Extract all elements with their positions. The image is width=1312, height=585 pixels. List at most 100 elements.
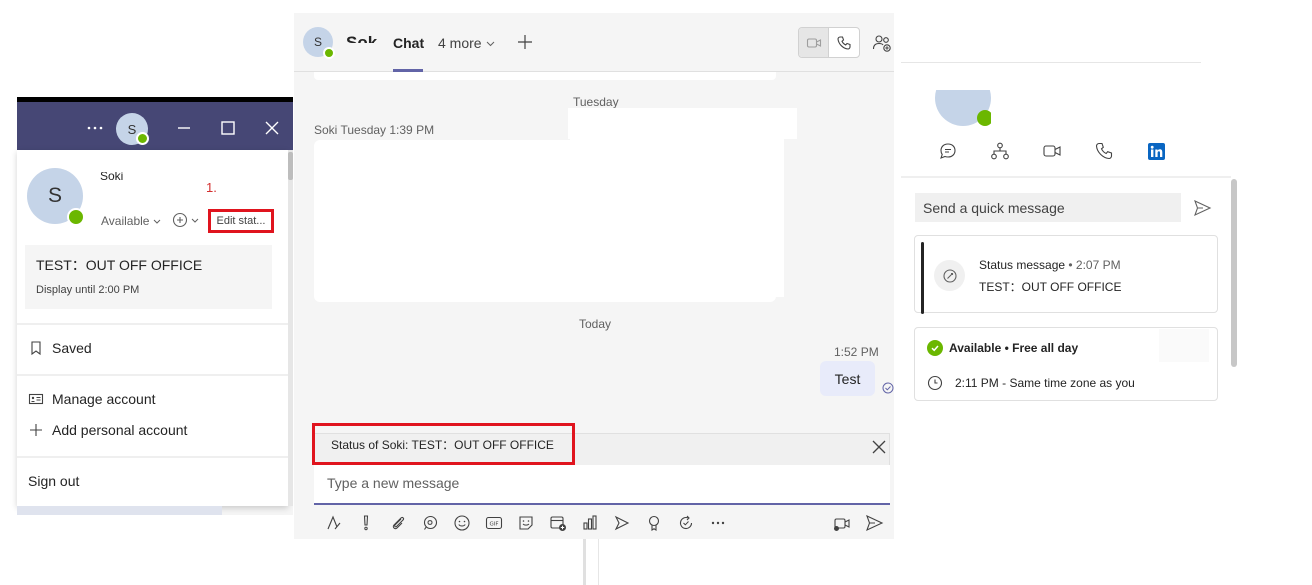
send-button[interactable] [864, 513, 884, 533]
availability-card: Available • Free all day 2:11 PM - Same … [914, 327, 1218, 401]
menu-scrollbar-thumb[interactable] [288, 152, 293, 180]
org-chart-action-button[interactable] [988, 140, 1012, 162]
id-card-icon [28, 393, 44, 405]
more-options-button[interactable] [83, 116, 107, 140]
sticker-button[interactable] [510, 513, 542, 533]
tab-more-label: 4 more [438, 35, 482, 51]
presence-available-icon [323, 47, 335, 59]
quick-message-input[interactable]: Send a quick message [915, 193, 1181, 222]
status-message-card: Status message • 2:07 PM TEST：OUT OFF OF… [914, 235, 1218, 314]
profile-card-scrollbar[interactable] [1231, 179, 1237, 367]
availability-dropdown[interactable]: Available [101, 214, 161, 228]
status-banner-label: Status of Soki: TEST：OUT OFF OFFICE [331, 437, 554, 452]
people-add-icon [872, 35, 891, 52]
audio-call-button[interactable] [829, 28, 859, 57]
loop-icon [423, 515, 438, 530]
stream-icon [614, 515, 630, 531]
add-tab-button[interactable] [515, 32, 535, 52]
approvals-button[interactable] [670, 513, 702, 533]
phone-action-button[interactable] [1092, 140, 1116, 162]
status-message-text: TEST：OUT OFF OFFICE [979, 280, 1122, 294]
close-banner-icon[interactable] [872, 440, 886, 454]
tab-chat[interactable]: Chat [393, 35, 424, 51]
praise-button[interactable] [638, 513, 670, 533]
tab-more[interactable]: 4 more [438, 35, 495, 51]
org-chart-icon [991, 142, 1009, 160]
menu-item-label: Saved [52, 340, 92, 356]
menu-item-sign-out[interactable]: Sign out [28, 473, 79, 489]
compose-toolbar: GIF [318, 513, 888, 533]
call-buttons [798, 27, 860, 58]
linkedin-action-button[interactable] [1144, 140, 1168, 162]
menu-item-saved[interactable]: Saved [28, 340, 92, 356]
phone-icon [837, 35, 851, 50]
video-action-button[interactable] [1040, 140, 1064, 162]
date-divider: Tuesday [573, 95, 619, 109]
background-line [598, 539, 599, 585]
more-apps-button[interactable] [702, 513, 734, 533]
status-message-label: Status message [979, 258, 1066, 272]
status-message-time: • 2:07 PM [1068, 258, 1121, 272]
video-icon [1043, 145, 1061, 157]
available-check-icon [927, 340, 943, 356]
chart-app-button[interactable] [574, 513, 606, 533]
profile-avatar-button[interactable]: S [116, 113, 149, 145]
schedule-meeting-icon [550, 516, 566, 531]
gif-button[interactable]: GIF [478, 513, 510, 533]
message-bubble-own[interactable]: Test [820, 361, 875, 396]
video-clip-button[interactable] [832, 513, 852, 533]
status-message-title: Status message • 2:07 PM [979, 258, 1121, 272]
status-message-card[interactable]: TEST：OUT OFF OFFICE Display until 2:00 P… [25, 245, 272, 309]
status-message-accent-bar [921, 242, 924, 314]
send-icon [866, 514, 884, 532]
close-icon [265, 121, 279, 135]
maximize-icon [221, 121, 235, 135]
profile-avatar[interactable]: S [27, 168, 85, 226]
chat-action-button[interactable] [936, 140, 960, 162]
stream-button[interactable] [606, 513, 638, 533]
schedule-meeting-button[interactable] [542, 513, 574, 533]
menu-item-add-personal-account[interactable]: Add personal account [28, 422, 187, 438]
attach-button[interactable] [382, 513, 414, 533]
availability-label: Available [101, 214, 150, 228]
contact-avatar[interactable]: S [303, 27, 335, 59]
minimize-button[interactable] [172, 116, 196, 140]
compose-input[interactable]: Type a new message [314, 465, 890, 505]
format-icon [327, 515, 341, 530]
menu-item-manage-account[interactable]: Manage account [28, 391, 156, 407]
maximize-button[interactable] [216, 116, 240, 140]
menu-scrollbar-track[interactable] [288, 150, 293, 506]
add-status-button[interactable] [172, 212, 199, 228]
status-message-text: TEST：OUT OFF OFFICE [36, 257, 203, 273]
compose-placeholder: Type a new message [327, 475, 460, 491]
plus-icon [30, 424, 42, 436]
loop-button[interactable] [414, 513, 446, 533]
presence-available-icon [136, 132, 149, 145]
card-shade [1159, 329, 1209, 362]
profile-name: Soki [100, 172, 124, 183]
menu-divider [17, 456, 288, 458]
message-timestamp: 1:52 PM [834, 345, 879, 359]
menu-divider [17, 323, 288, 325]
status-banner-text: Status of Soki: TEST：OUT OFF OFFICE [312, 423, 575, 465]
message-meta: Soki Tuesday 1:39 PM [314, 123, 435, 137]
linkedin-icon [1147, 142, 1165, 160]
chart-icon [583, 515, 597, 530]
contact-name[interactable]: Soki [346, 32, 382, 43]
menu-item-label: Sign out [28, 473, 80, 489]
quick-send-button[interactable] [1192, 198, 1212, 218]
local-time-text: 2:11 PM - Same time zone as you [955, 376, 1135, 390]
format-button[interactable] [318, 513, 350, 533]
close-button[interactable] [260, 116, 284, 140]
approvals-icon [679, 515, 693, 530]
presence-available-icon [977, 110, 991, 126]
phone-icon [1095, 142, 1113, 160]
people-add-button[interactable] [872, 33, 892, 53]
profile-card-actions [936, 140, 1168, 162]
availability-text: Available • Free all day [949, 341, 1079, 355]
video-call-button[interactable] [799, 28, 829, 57]
priority-button[interactable] [350, 513, 382, 533]
emoji-button[interactable] [446, 513, 478, 533]
annotation-step-label: 1. [206, 180, 217, 195]
edit-status-button[interactable]: Edit stat... [208, 209, 274, 233]
